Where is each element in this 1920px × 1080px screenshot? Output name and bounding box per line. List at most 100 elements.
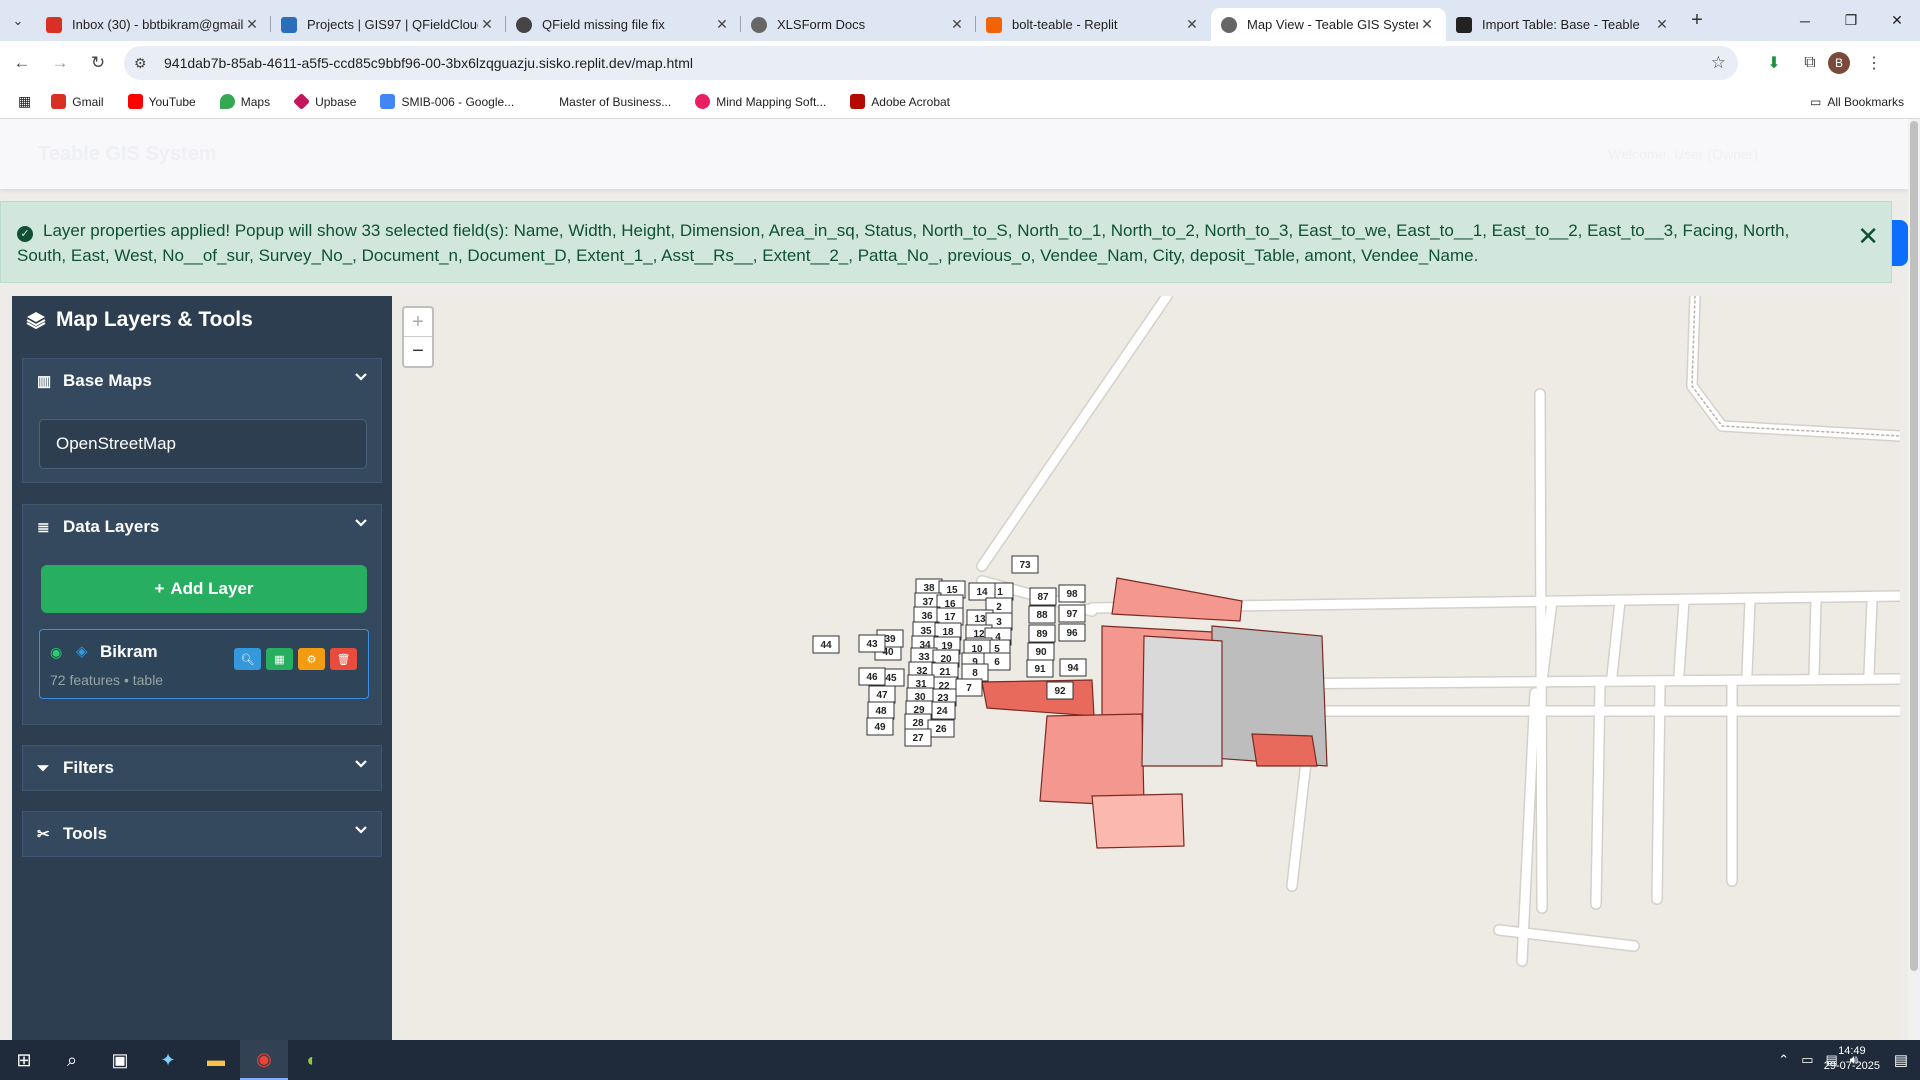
- notification-icon[interactable]: ▤: [1894, 1051, 1908, 1069]
- base-maps-header[interactable]: ▥ Base Maps: [23, 359, 381, 403]
- plot-label: 1: [997, 587, 1003, 598]
- bookmark-label: YouTube: [148, 94, 196, 109]
- plot-label: 27: [912, 733, 924, 744]
- replit-favicon-icon: [986, 16, 1002, 33]
- copilot-icon[interactable]: ✦: [144, 1040, 192, 1080]
- filters-header[interactable]: ⏷ Filters: [23, 746, 381, 790]
- chrome-icon[interactable]: ◉: [240, 1040, 288, 1080]
- close-tab-icon[interactable]: ✕: [1653, 16, 1671, 33]
- window-controls: ─ ❐ ✕: [1782, 0, 1920, 41]
- tools-icon: ✂: [37, 826, 50, 843]
- plot-label: 33: [918, 652, 930, 663]
- check-circle-icon: ✓: [17, 226, 33, 242]
- zoom-in-button[interactable]: +: [404, 308, 432, 337]
- page-icon: [538, 94, 554, 109]
- clock-time: 14:49: [1838, 1045, 1866, 1057]
- tab-teable-import[interactable]: Import Table: Base - Teable ✕: [1446, 8, 1681, 41]
- bookmark-youtube[interactable]: YouTube: [127, 94, 196, 109]
- plot-label: 6: [994, 657, 1000, 668]
- plot-label: 8: [972, 668, 978, 679]
- visibility-eye-icon[interactable]: ◉: [50, 644, 62, 661]
- site-info-icon[interactable]: ⚙: [134, 55, 156, 72]
- map-canvas[interactable]: 73 87 98 88 97 89 96 90 91 94 92 38 15 37 16 1 14 2 36 17 13…: [392, 296, 1900, 1040]
- acrobat-icon: [850, 94, 866, 109]
- data-layers-header[interactable]: ≣ Data Layers: [23, 505, 381, 549]
- scrollbar-thumb[interactable]: [1910, 121, 1918, 971]
- basemap-openstreetmap[interactable]: OpenStreetMap: [39, 419, 367, 469]
- add-layer-button[interactable]: + Add Layer: [41, 565, 367, 613]
- panel-base-maps: ▥ Base Maps OpenStreetMap: [22, 358, 382, 483]
- close-tab-icon[interactable]: ✕: [243, 16, 261, 33]
- tab-label: Projects | GIS97 | QFieldCloud: [307, 17, 478, 32]
- tab-search-dropdown[interactable]: ⌄: [0, 0, 36, 41]
- windows-taskbar: ⊞ ⌕ ▣ ✦ ▬ ◉ ◐ ⌃ ▭ ▤ 🔊︎ 14:49 29-07-2025 …: [0, 1040, 1920, 1080]
- close-tab-icon[interactable]: ✕: [478, 16, 496, 33]
- tab-replit[interactable]: bolt-teable - Replit ✕: [976, 8, 1211, 41]
- bookmark-acrobat[interactable]: Adobe Acrobat: [850, 94, 950, 109]
- close-alert-icon[interactable]: ✕: [1857, 223, 1879, 249]
- zoom-to-layer-button[interactable]: 🔍︎: [234, 648, 261, 670]
- bookmark-smib[interactable]: SMIB-006 - Google...: [380, 94, 514, 109]
- tab-qfieldcloud[interactable]: Projects | GIS97 | QFieldCloud ✕: [271, 8, 506, 41]
- new-tab-button[interactable]: +: [1681, 9, 1713, 32]
- layer-properties-button[interactable]: ⚙: [298, 648, 325, 670]
- close-tab-icon[interactable]: ✕: [1183, 16, 1201, 33]
- close-window-icon[interactable]: ✕: [1874, 0, 1920, 41]
- chevron-down-icon: [355, 760, 367, 768]
- mindmap-icon: [695, 94, 711, 109]
- bookmark-label: Gmail: [72, 94, 104, 109]
- delete-layer-button[interactable]: 🗑︎: [330, 648, 357, 670]
- plot-label: 7: [966, 683, 972, 694]
- url-bar[interactable]: ⚙ 941dab7b-85ab-4611-a5f5-ccd85c9bbf96-0…: [124, 46, 1738, 80]
- attribute-table-button[interactable]: ▦: [266, 648, 293, 670]
- map-svg: 7387 9888 9789 969091 949238 1537 16114236 17 13…: [812, 296, 1900, 967]
- apps-grid-icon[interactable]: ▦: [18, 93, 31, 110]
- layer-name: Bikram: [100, 642, 158, 661]
- tools-header[interactable]: ✂ Tools: [23, 812, 381, 856]
- file-explorer-icon[interactable]: ▬: [192, 1040, 240, 1080]
- reload-icon[interactable]: ↻: [82, 47, 114, 79]
- bookmark-maps[interactable]: Maps: [219, 94, 270, 109]
- bookmark-gmail[interactable]: Gmail: [51, 94, 104, 109]
- page-scrollbar[interactable]: [1908, 119, 1920, 1040]
- plot-label: 26: [935, 724, 947, 735]
- browser-menu-icon[interactable]: ⋮: [1856, 47, 1892, 79]
- close-tab-icon[interactable]: ✕: [1418, 16, 1436, 33]
- all-bookmarks[interactable]: ▭ All Bookmarks: [1810, 95, 1904, 109]
- chevron-up-icon[interactable]: ⌃: [1778, 1052, 1789, 1068]
- plot-label: 92: [1054, 686, 1066, 697]
- tab-map-view[interactable]: Map View - Teable GIS System ✕: [1211, 8, 1446, 41]
- tab-qfield-fix[interactable]: QField missing file fix ✕: [506, 8, 741, 41]
- back-icon[interactable]: ←: [6, 47, 38, 79]
- close-tab-icon[interactable]: ✕: [713, 16, 731, 33]
- bookmark-upbase[interactable]: Upbase: [293, 93, 357, 110]
- plot-label: 24: [936, 706, 948, 717]
- minimize-icon[interactable]: ─: [1782, 0, 1828, 41]
- profile-avatar[interactable]: B: [1828, 52, 1850, 74]
- qgis-icon[interactable]: ◐: [288, 1040, 336, 1080]
- bookmark-label: Master of Business...: [559, 94, 672, 109]
- extensions-icon[interactable]: ⧉: [1792, 47, 1828, 79]
- add-layer-label: Add Layer: [170, 579, 254, 598]
- upbase-icon: [293, 93, 311, 110]
- tab-gmail[interactable]: Inbox (30) - bbtbikram@gmail.c ✕: [36, 8, 271, 41]
- bookmark-label: Upbase: [315, 94, 357, 109]
- download-icon[interactable]: ⬇: [1756, 47, 1792, 79]
- clock[interactable]: 14:49 29-07-2025: [1824, 1044, 1880, 1074]
- tab-xlsform[interactable]: XLSForm Docs ✕: [741, 8, 976, 41]
- bookmark-mindmap[interactable]: Mind Mapping Soft...: [695, 94, 826, 109]
- task-view-icon[interactable]: ▣: [96, 1040, 144, 1080]
- bookmark-master[interactable]: Master of Business...: [538, 94, 671, 109]
- hidden-header-button[interactable]: [1892, 220, 1908, 266]
- meet-icon[interactable]: ▭: [1801, 1052, 1813, 1068]
- tools-label: Tools: [63, 824, 108, 843]
- forward-icon[interactable]: →: [44, 47, 76, 79]
- bookmark-star-icon[interactable]: ☆: [1711, 53, 1726, 73]
- windows-start-icon[interactable]: ⊞: [0, 1040, 48, 1080]
- close-tab-icon[interactable]: ✕: [948, 16, 966, 33]
- search-icon[interactable]: ⌕: [48, 1040, 96, 1080]
- restore-icon[interactable]: ❐: [1828, 0, 1874, 41]
- plot-labels: 7387 9888 9789 969091 949238 1537 16114236 17 13…: [812, 555, 1087, 747]
- zoom-out-button[interactable]: −: [404, 337, 432, 366]
- layer-item-bikram[interactable]: ◉ ◈ Bikram 72 features • table 🔍︎ ▦ ⚙ 🗑︎: [39, 629, 369, 699]
